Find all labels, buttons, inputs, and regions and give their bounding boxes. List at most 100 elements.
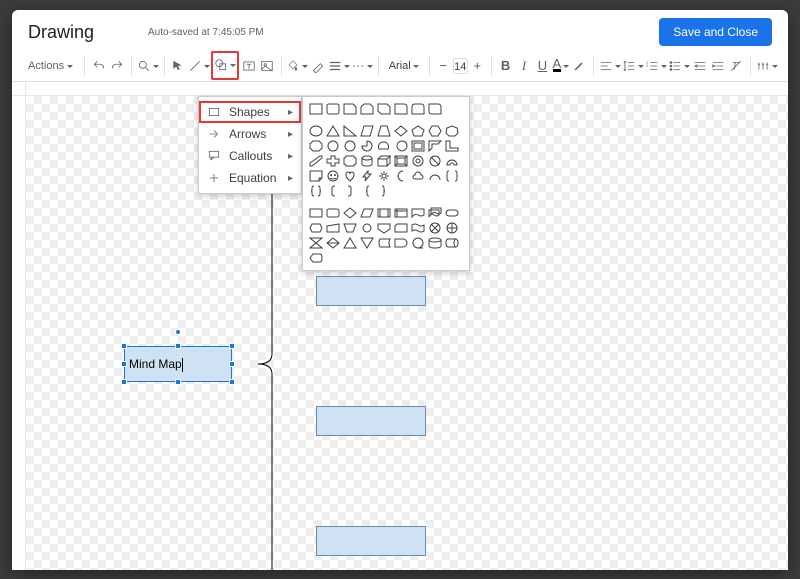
menu-item-equation[interactable]: Equation ▸ [199, 167, 301, 189]
shape-flow-document[interactable] [411, 207, 425, 219]
shape-node[interactable] [316, 276, 426, 306]
border-dash-button[interactable] [351, 55, 373, 77]
shape-node[interactable] [316, 526, 426, 556]
indent-increase-button[interactable] [709, 55, 726, 77]
rotate-handle[interactable] [175, 329, 181, 335]
font-family-select[interactable]: Arial [384, 55, 424, 77]
clear-formatting-button[interactable] [728, 55, 745, 77]
shape-flow-data[interactable] [360, 207, 374, 219]
selected-shape[interactable]: Mind Map [124, 346, 232, 382]
shape-flow-stored-data[interactable] [377, 237, 391, 249]
shape-flow-tape[interactable] [411, 222, 425, 234]
shape-node[interactable] [316, 406, 426, 436]
resize-handle-se[interactable] [229, 379, 235, 385]
shape-snip-rect[interactable] [343, 103, 357, 115]
font-size-input[interactable]: 14 [453, 58, 468, 74]
zoom-button[interactable] [137, 55, 159, 77]
shape-flow-magnetic-disk[interactable] [428, 237, 442, 249]
shape-flow-direct-access[interactable] [445, 237, 459, 249]
shape-flow-display[interactable] [309, 252, 323, 264]
shape-heart[interactable] [343, 170, 357, 182]
font-size-decrease[interactable]: − [434, 55, 451, 77]
shape-flow-collate[interactable] [309, 237, 323, 249]
shape-sun[interactable] [377, 170, 391, 182]
actions-menu-button[interactable]: Actions [22, 55, 79, 77]
shape-left-brace[interactable] [360, 185, 374, 197]
shape-octagon[interactable] [309, 140, 323, 152]
shape-round2-rect[interactable] [411, 103, 425, 115]
shape-flow-manual-input[interactable] [326, 222, 340, 234]
shape-flow-merge[interactable] [360, 237, 374, 249]
shape-text[interactable]: Mind Map [129, 357, 183, 372]
shape-diamond[interactable] [394, 125, 408, 137]
more-options-button[interactable] [756, 55, 778, 77]
italic-button[interactable]: I [515, 55, 532, 77]
shape-block-arc[interactable] [445, 155, 459, 167]
shape-chord[interactable] [377, 140, 391, 152]
shape-bevel[interactable] [394, 155, 408, 167]
shape-hexagon[interactable] [428, 125, 442, 137]
shape-flow-seq-storage[interactable] [411, 237, 425, 249]
shape-rounded-rect[interactable] [326, 103, 340, 115]
shape-dodecagon[interactable] [343, 140, 357, 152]
shape-triangle[interactable] [326, 125, 340, 137]
horizontal-ruler[interactable] [12, 82, 788, 96]
shape-half-frame[interactable] [428, 140, 442, 152]
image-tool[interactable] [258, 55, 275, 77]
shape-flow-summing[interactable] [428, 222, 442, 234]
line-spacing-button[interactable] [622, 55, 644, 77]
align-button[interactable] [599, 55, 621, 77]
shape-no-symbol[interactable] [428, 155, 442, 167]
bold-button[interactable]: B [497, 55, 514, 77]
shape-flow-or[interactable] [445, 222, 459, 234]
shape-can[interactable] [360, 155, 374, 167]
textbox-tool[interactable] [240, 55, 257, 77]
bulleted-list-button[interactable] [668, 55, 690, 77]
shape-pentagon[interactable] [411, 125, 425, 137]
shape-right-bracket[interactable] [343, 185, 357, 197]
shape-flow-card[interactable] [394, 222, 408, 234]
resize-handle-s[interactable] [175, 379, 181, 385]
shape-left-bracket[interactable] [326, 185, 340, 197]
shape-snip2-rect[interactable] [360, 103, 374, 115]
shape-flow-internal-storage[interactable] [394, 207, 408, 219]
shape-moon[interactable] [394, 170, 408, 182]
undo-button[interactable] [90, 55, 107, 77]
shape-flow-sort[interactable] [326, 237, 340, 249]
shape-decagon[interactable] [326, 140, 340, 152]
shape-teardrop[interactable] [394, 140, 408, 152]
resize-handle-e[interactable] [229, 361, 235, 367]
shape-lightning[interactable] [360, 170, 374, 182]
shape-flow-offpage[interactable] [377, 222, 391, 234]
drawing-canvas[interactable]: Mind Map Shapes ▸ [26, 96, 788, 570]
shape-bracket-pair[interactable] [445, 170, 459, 182]
shape-flow-process[interactable] [309, 207, 323, 219]
shape-round1-rect[interactable] [394, 103, 408, 115]
underline-button[interactable]: U [534, 55, 551, 77]
menu-item-arrows[interactable]: Arrows ▸ [199, 123, 301, 145]
font-size-increase[interactable]: + [469, 55, 486, 77]
shape-plaque[interactable] [343, 155, 357, 167]
shape-flow-terminator[interactable] [445, 207, 459, 219]
shape-rectangle[interactable] [309, 103, 323, 115]
shape-donut[interactable] [411, 155, 425, 167]
shape-flow-extract[interactable] [343, 237, 357, 249]
resize-handle-ne[interactable] [229, 343, 235, 349]
shape-flow-preparation[interactable] [309, 222, 323, 234]
shape-flow-manual-op[interactable] [343, 222, 357, 234]
resize-handle-n[interactable] [175, 343, 181, 349]
menu-item-callouts[interactable]: Callouts ▸ [199, 145, 301, 167]
fill-color-button[interactable] [286, 55, 308, 77]
shape-l-shape[interactable] [445, 140, 459, 152]
border-color-button[interactable] [309, 55, 326, 77]
shape-flow-delay[interactable] [394, 237, 408, 249]
menu-item-shapes[interactable]: Shapes ▸ [199, 101, 301, 123]
shape-round-diag-rect[interactable] [428, 103, 442, 115]
shape-flow-decision[interactable] [343, 207, 357, 219]
shape-flow-alt-process[interactable] [326, 207, 340, 219]
shape-frame[interactable] [411, 140, 425, 152]
redo-button[interactable] [108, 55, 125, 77]
numbered-list-button[interactable]: 12 [645, 55, 667, 77]
line-tool[interactable] [188, 55, 210, 77]
select-tool[interactable] [169, 55, 186, 77]
